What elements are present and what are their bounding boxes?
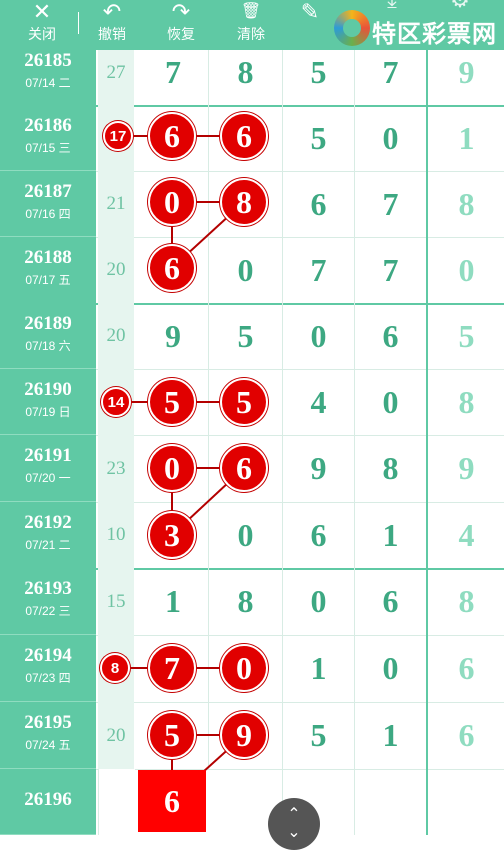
sum-badge: 8 [100,653,130,683]
chevron-down-icon: ⌄ [287,824,301,841]
close-button[interactable]: ✕ 关闭 [12,0,72,50]
close-label: 关闭 [28,26,56,42]
brand-logo [334,10,370,46]
undo-label: 撤销 [98,26,126,42]
highlight-ball: 6 [220,112,268,160]
draw-history-grid: 26185 07/14 二 27 7 8 5 7 9 26186 07/15 三 5… [0,0,504,835]
undo-button[interactable]: ↶ 撤销 [82,0,142,50]
toolbar: ✕ 关闭 ↶ 撤销 ↷ 恢复 🗑 清除 ✎ 特区彩票网 ⤓ ⚙ [0,0,504,50]
redo-label: 恢复 [167,26,195,42]
sum-badge: 14 [101,387,131,417]
trash-icon: 🗑 [240,3,262,20]
highlight-ball: 0 [148,444,196,492]
highlight-ball: 3 [148,511,196,559]
chevron-up-icon: ⌃ [287,806,301,823]
prediction-box[interactable]: 6 [138,770,206,832]
highlight-ball: 0 [148,178,196,226]
download-button[interactable]: ⤓ [372,0,412,38]
scroll-toggle-button[interactable]: ⌃ ⌄ [268,798,320,850]
highlight-ball: 5 [220,378,268,426]
sum-badge: 17 [103,121,133,151]
highlight-ball: 7 [148,644,196,692]
edit-button[interactable]: ✎ [290,0,330,50]
highlight-ball: 5 [148,711,196,759]
settings-button[interactable]: ⚙ [440,0,480,38]
highlight-ball: 6 [148,244,196,292]
highlight-ball: 6 [148,112,196,160]
redo-button[interactable]: ↷ 恢复 [151,0,211,50]
highlight-ball: 9 [220,711,268,759]
edit-icon: ✎ [300,0,320,24]
close-icon: ✕ [32,0,52,24]
highlight-ball: 8 [220,178,268,226]
download-icon: ⤓ [372,0,412,12]
settings-icon: ⚙ [440,0,480,12]
clear-button[interactable]: 🗑 清除 [221,0,281,50]
redo-icon: ↷ [171,0,191,24]
highlight-ball: 5 [148,378,196,426]
clear-label: 清除 [237,26,265,42]
undo-icon: ↶ [102,0,122,24]
toolbar-divider [78,12,79,34]
highlight-ball: 0 [220,644,268,692]
highlight-ball: 6 [220,444,268,492]
